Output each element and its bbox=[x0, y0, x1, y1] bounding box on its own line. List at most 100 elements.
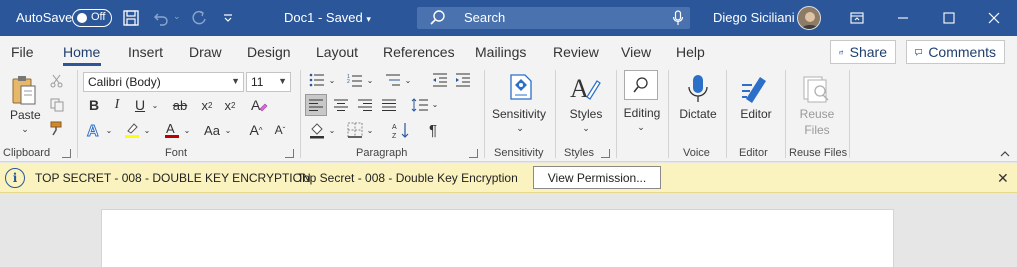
show-formatting-marks-icon[interactable]: ¶ bbox=[424, 120, 442, 140]
collapse-ribbon-icon[interactable] bbox=[998, 148, 1012, 160]
ribbon-display-options-button[interactable] bbox=[834, 0, 880, 36]
decrease-indent-icon[interactable] bbox=[430, 71, 450, 89]
subscript-icon[interactable]: x2 bbox=[198, 96, 216, 114]
bold-icon[interactable]: B bbox=[86, 96, 102, 114]
multilevel-list-icon[interactable] bbox=[383, 71, 403, 89]
borders-icon[interactable] bbox=[345, 120, 365, 140]
maximize-button[interactable] bbox=[926, 0, 972, 36]
dictate-label[interactable]: Dictate bbox=[676, 107, 720, 121]
paragraph-launcher-icon[interactable] bbox=[469, 149, 478, 158]
format-painter-icon[interactable] bbox=[48, 120, 66, 138]
tab-file[interactable]: File bbox=[11, 44, 34, 60]
sensitivity-icon[interactable] bbox=[506, 70, 536, 104]
minimize-button[interactable] bbox=[880, 0, 926, 36]
change-case-dropdown-icon[interactable]: ⌄ bbox=[223, 123, 233, 137]
svg-text:Z: Z bbox=[392, 133, 397, 139]
tab-help[interactable]: Help bbox=[676, 44, 705, 60]
document-page[interactable] bbox=[101, 209, 894, 267]
editing-icon[interactable] bbox=[624, 70, 658, 100]
info-bar-message: Top Secret - 008 - Double Key Encryption bbox=[297, 171, 518, 185]
editor-label[interactable]: Editor bbox=[734, 107, 778, 121]
highlight-icon[interactable] bbox=[122, 120, 142, 140]
font-name-box[interactable]: Calibri (Body) ▼ bbox=[83, 72, 244, 92]
paste-icon[interactable] bbox=[8, 72, 40, 110]
line-spacing-icon[interactable] bbox=[409, 94, 431, 116]
copy-icon[interactable] bbox=[48, 96, 66, 114]
share-button[interactable]: Share bbox=[830, 40, 896, 64]
undo-icon[interactable] bbox=[152, 9, 170, 27]
document-title[interactable]: Doc1 - Saved ▾ bbox=[284, 10, 371, 25]
styles-dropdown-icon[interactable]: ⌄ bbox=[579, 122, 593, 134]
text-effects-dropdown-icon[interactable]: ⌄ bbox=[104, 123, 114, 137]
font-launcher-icon[interactable] bbox=[285, 149, 294, 158]
paste-dropdown-icon[interactable]: ⌄ bbox=[18, 124, 32, 134]
strikethrough-icon[interactable]: ab bbox=[170, 96, 190, 114]
comment-icon bbox=[915, 49, 923, 56]
font-color-dropdown-icon[interactable]: ⌄ bbox=[182, 123, 192, 137]
bullets-icon[interactable] bbox=[307, 71, 327, 89]
editing-label[interactable]: Editing bbox=[620, 106, 664, 120]
tab-mailings[interactable]: Mailings bbox=[475, 44, 526, 60]
grow-font-icon[interactable]: A ^ bbox=[246, 120, 266, 140]
styles-label[interactable]: Styles bbox=[566, 107, 606, 121]
tab-view[interactable]: View bbox=[621, 44, 651, 60]
sort-icon[interactable]: AZ bbox=[390, 120, 412, 140]
multilevel-dropdown-icon[interactable]: ⌄ bbox=[403, 73, 413, 87]
editor-icon[interactable] bbox=[739, 72, 773, 106]
view-permission-button[interactable]: View Permission... bbox=[533, 166, 661, 189]
undo-dropdown-icon[interactable]: ⌄ bbox=[173, 11, 181, 22]
customize-qat-icon[interactable] bbox=[221, 10, 235, 26]
separator bbox=[555, 70, 556, 158]
user-name[interactable]: Diego Siciliani bbox=[713, 10, 795, 25]
separator bbox=[849, 70, 850, 158]
underline-dropdown-icon[interactable]: ⌄ bbox=[150, 97, 160, 113]
microphone-icon[interactable] bbox=[672, 9, 684, 30]
font-size-box[interactable]: 11 ▼ bbox=[246, 72, 291, 92]
sensitivity-dropdown-icon[interactable]: ⌄ bbox=[513, 122, 527, 134]
autosave-toggle[interactable]: Off bbox=[72, 9, 112, 27]
font-color-icon[interactable]: A bbox=[162, 120, 182, 140]
align-left-icon[interactable] bbox=[305, 94, 327, 116]
sensitivity-label[interactable]: Sensitivity bbox=[488, 107, 550, 121]
tab-references[interactable]: References bbox=[383, 44, 455, 60]
cut-icon[interactable] bbox=[48, 72, 66, 90]
numbering-dropdown-icon[interactable]: ⌄ bbox=[365, 73, 375, 87]
highlight-dropdown-icon[interactable]: ⌄ bbox=[142, 123, 152, 137]
close-icon[interactable]: ✕ bbox=[997, 170, 1009, 187]
italic-icon[interactable]: I bbox=[109, 96, 125, 114]
change-case-icon[interactable]: Aa bbox=[200, 120, 224, 140]
redo-icon[interactable] bbox=[190, 9, 208, 27]
text-effects-icon[interactable]: A bbox=[84, 120, 104, 140]
underline-icon[interactable]: U bbox=[132, 96, 148, 114]
align-right-icon[interactable] bbox=[354, 94, 376, 116]
close-button[interactable] bbox=[971, 0, 1017, 36]
borders-dropdown-icon[interactable]: ⌄ bbox=[365, 123, 375, 137]
tab-layout[interactable]: Layout bbox=[316, 44, 358, 60]
comments-button[interactable]: Comments bbox=[906, 40, 1005, 64]
superscript-icon[interactable]: x2 bbox=[221, 96, 239, 114]
line-spacing-dropdown-icon[interactable]: ⌄ bbox=[430, 97, 440, 111]
justify-icon[interactable] bbox=[378, 94, 400, 116]
shrink-font-icon[interactable]: Aˇ bbox=[270, 120, 290, 140]
search-box[interactable]: Search bbox=[417, 7, 690, 29]
bullets-dropdown-icon[interactable]: ⌄ bbox=[327, 73, 337, 87]
styles-launcher-icon[interactable] bbox=[601, 149, 610, 158]
paste-label[interactable]: Paste bbox=[10, 108, 41, 122]
styles-icon[interactable]: A bbox=[568, 72, 602, 104]
avatar[interactable] bbox=[797, 6, 821, 30]
save-icon[interactable] bbox=[122, 9, 140, 27]
tab-review[interactable]: Review bbox=[553, 44, 599, 60]
tab-design[interactable]: Design bbox=[247, 44, 291, 60]
shading-icon[interactable] bbox=[307, 120, 327, 140]
numbering-icon[interactable]: 12 bbox=[345, 71, 365, 89]
clear-formatting-icon[interactable]: A bbox=[249, 95, 269, 115]
tab-draw[interactable]: Draw bbox=[189, 44, 222, 60]
dictate-icon[interactable] bbox=[684, 72, 712, 106]
shading-dropdown-icon[interactable]: ⌄ bbox=[327, 123, 337, 137]
increase-indent-icon[interactable] bbox=[453, 71, 473, 89]
align-center-icon[interactable] bbox=[330, 94, 352, 116]
editing-dropdown-icon[interactable]: ⌄ bbox=[634, 121, 648, 133]
tab-insert[interactable]: Insert bbox=[128, 44, 163, 60]
clipboard-launcher-icon[interactable] bbox=[62, 149, 71, 158]
tab-home[interactable]: Home bbox=[63, 44, 100, 60]
